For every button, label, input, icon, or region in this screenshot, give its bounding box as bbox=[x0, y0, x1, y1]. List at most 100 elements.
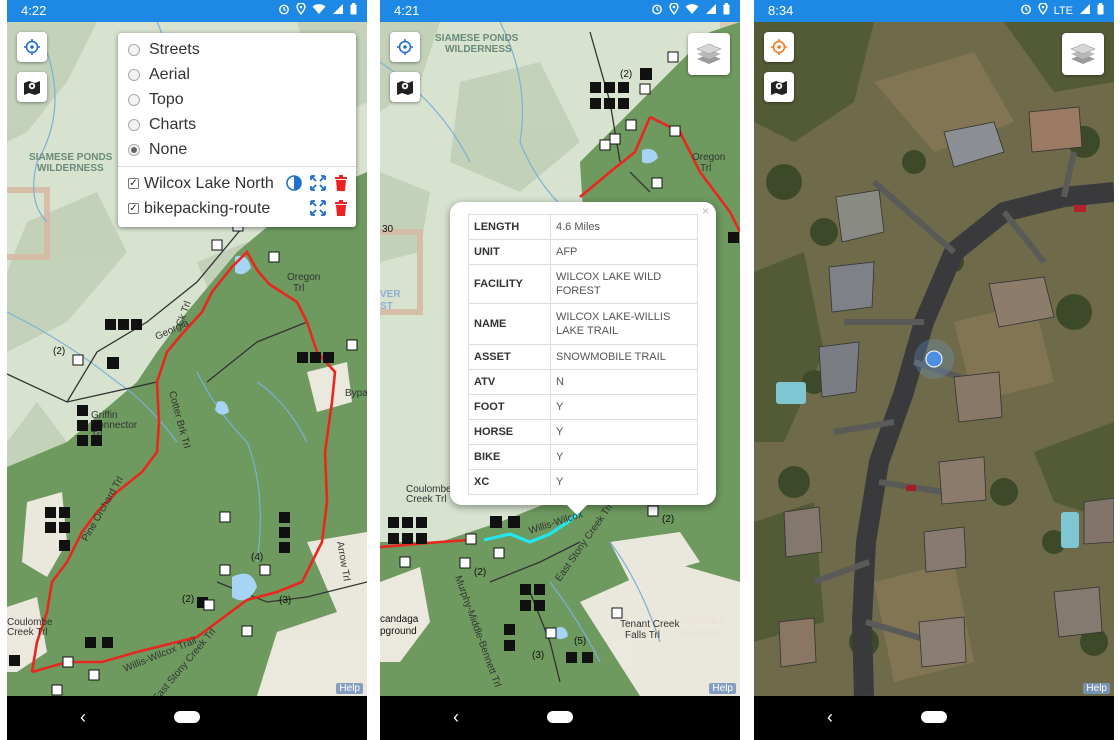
map-label-wilderness: SIAMESE PONDS bbox=[435, 33, 519, 44]
signal-icon bbox=[1079, 0, 1091, 22]
map-label-bypass: Bypa bbox=[345, 388, 367, 399]
map-label-coulombe-2: Creek Trl bbox=[7, 627, 48, 638]
base-layer-topo[interactable]: Topo bbox=[118, 87, 356, 112]
overlay-bikepacking-route[interactable]: ✓ bikepacking-route bbox=[118, 196, 356, 221]
topo-map[interactable]: SIAMESE PONDS WILDERNESS Oregon Trl Geor… bbox=[7, 22, 367, 696]
close-icon[interactable]: × bbox=[702, 204, 709, 218]
popup-tip bbox=[567, 505, 587, 515]
checkbox-checked[interactable]: ✓ bbox=[128, 178, 139, 189]
locate-button[interactable] bbox=[390, 32, 420, 62]
back-icon[interactable]: ‹ bbox=[827, 708, 833, 726]
crosshair-icon bbox=[396, 38, 414, 56]
location-icon bbox=[669, 0, 679, 22]
attr-value: WILCOX LAKE-WILLIS LAKE TRAIL bbox=[550, 303, 698, 345]
map-label-wilderness: SIAMESE PONDS bbox=[29, 152, 113, 163]
map-label-wilderness-2: WILDERNESS bbox=[445, 44, 512, 55]
signal-icon bbox=[705, 0, 717, 22]
table-row: LENGTH 4.6 Miles bbox=[468, 214, 698, 240]
attr-key: FACILITY bbox=[468, 264, 551, 304]
back-icon[interactable]: ‹ bbox=[453, 708, 459, 726]
checkbox-checked[interactable]: ✓ bbox=[128, 203, 139, 214]
help-link[interactable]: Help bbox=[1083, 683, 1110, 694]
zoom-extent-icon[interactable] bbox=[310, 200, 326, 216]
base-layer-charts[interactable]: Charts bbox=[118, 112, 356, 137]
base-layer-streets[interactable]: Streets bbox=[118, 37, 356, 62]
map-marker-icon bbox=[396, 78, 414, 96]
layers-button[interactable] bbox=[1062, 33, 1104, 75]
table-row: BIKE Y bbox=[468, 444, 698, 470]
attr-value: Y bbox=[550, 419, 698, 445]
locate-button-active[interactable] bbox=[764, 32, 794, 62]
help-link[interactable]: Help bbox=[336, 683, 363, 694]
status-bar: 4:22 bbox=[7, 0, 367, 22]
aerial-map[interactable]: Help bbox=[754, 22, 1114, 696]
attr-value: Y bbox=[550, 394, 698, 420]
layers-button[interactable] bbox=[688, 33, 730, 75]
status-time: 4:22 bbox=[21, 3, 47, 18]
map-label-count: (2) bbox=[620, 69, 632, 80]
status-bar: 4:21 bbox=[380, 0, 740, 22]
location-icon bbox=[1037, 0, 1048, 22]
radio-button-selected[interactable] bbox=[128, 143, 140, 156]
map-library-button[interactable] bbox=[764, 72, 794, 102]
attr-key: HORSE bbox=[468, 419, 551, 445]
table-row: ASSET SNOWMOBILE TRAIL bbox=[468, 344, 698, 370]
attr-key: ASSET bbox=[468, 344, 551, 370]
table-row: FACILITY WILCOX LAKE WILD FOREST bbox=[468, 264, 698, 304]
alarm-icon bbox=[278, 0, 290, 22]
map-label-count: (2) bbox=[182, 594, 194, 605]
map-label-oregon-2: Trl bbox=[293, 283, 304, 294]
delete-icon[interactable] bbox=[334, 175, 348, 191]
map-label-oregon-2: Trl bbox=[700, 163, 711, 174]
map-label-count: (2) bbox=[53, 346, 65, 357]
radio-button[interactable] bbox=[128, 43, 140, 56]
map-label-river-2: ST bbox=[380, 301, 393, 312]
overlay-label: Wilcox Lake North bbox=[144, 174, 274, 192]
home-button[interactable] bbox=[547, 711, 573, 723]
map-label-tenant-2: Falls Trl bbox=[625, 630, 660, 641]
radio-button[interactable] bbox=[128, 93, 140, 106]
map-label-count: (2) bbox=[474, 567, 486, 578]
map-label-farrell: FARRELL bbox=[680, 616, 726, 627]
table-row: UNIT AFP bbox=[468, 239, 698, 265]
radio-button[interactable] bbox=[128, 118, 140, 131]
table-row: NAME WILCOX LAKE-WILLIS LAKE TRAIL bbox=[468, 303, 698, 345]
feature-popup: × LENGTH 4.6 Miles UNIT AFP FACILITY WILCOX… bbox=[450, 202, 716, 515]
base-layer-none[interactable]: None bbox=[118, 137, 356, 162]
layers-panel: Streets Aerial Topo Charts None ✓ Wilcox… bbox=[118, 33, 356, 227]
attribute-table: LENGTH 4.6 Miles UNIT AFP FACILITY WILCOX L… bbox=[468, 214, 698, 495]
overlay-wilcox-lake-north[interactable]: ✓ Wilcox Lake North bbox=[118, 171, 356, 196]
attr-key: LENGTH bbox=[468, 214, 551, 240]
overlay-label: bikepacking-route bbox=[144, 199, 271, 217]
map-label-count: (4) bbox=[251, 552, 263, 563]
attr-key: BIKE bbox=[468, 444, 551, 470]
map-library-button[interactable] bbox=[390, 72, 420, 102]
signal-icon bbox=[332, 0, 344, 22]
base-layer-label: Charts bbox=[149, 115, 197, 133]
divider bbox=[118, 166, 356, 167]
layers-icon bbox=[1069, 41, 1097, 67]
base-layer-aerial[interactable]: Aerial bbox=[118, 62, 356, 87]
map-label-oregon: Oregon bbox=[692, 152, 725, 163]
help-link[interactable]: Help bbox=[709, 683, 736, 694]
attr-value: SNOWMOBILE TRAIL bbox=[550, 344, 698, 370]
locate-button[interactable] bbox=[17, 32, 47, 62]
delete-icon[interactable] bbox=[334, 200, 348, 216]
battery-icon bbox=[350, 0, 357, 22]
zoom-extent-icon[interactable] bbox=[310, 175, 326, 191]
home-button[interactable] bbox=[174, 711, 200, 723]
back-icon[interactable]: ‹ bbox=[80, 708, 86, 726]
screen-trail-popup: 4:21 SIAMESE PONDS WILDERNESS Oregon Trl… bbox=[380, 0, 740, 740]
map-label-canadaga-2: pground bbox=[380, 626, 417, 637]
home-button[interactable] bbox=[921, 711, 947, 723]
table-row: ATV N bbox=[468, 369, 698, 395]
battery-icon bbox=[723, 0, 730, 22]
attr-value: Y bbox=[550, 444, 698, 470]
map-library-button[interactable] bbox=[17, 72, 47, 102]
opacity-icon[interactable] bbox=[286, 175, 302, 191]
attr-value: 4.6 Miles bbox=[550, 214, 698, 240]
topo-map[interactable]: SIAMESE PONDS WILDERNESS Oregon Trl Coul… bbox=[380, 22, 740, 696]
radio-button[interactable] bbox=[128, 68, 140, 81]
battery-icon bbox=[1097, 0, 1104, 22]
status-time: 8:34 bbox=[768, 3, 794, 18]
